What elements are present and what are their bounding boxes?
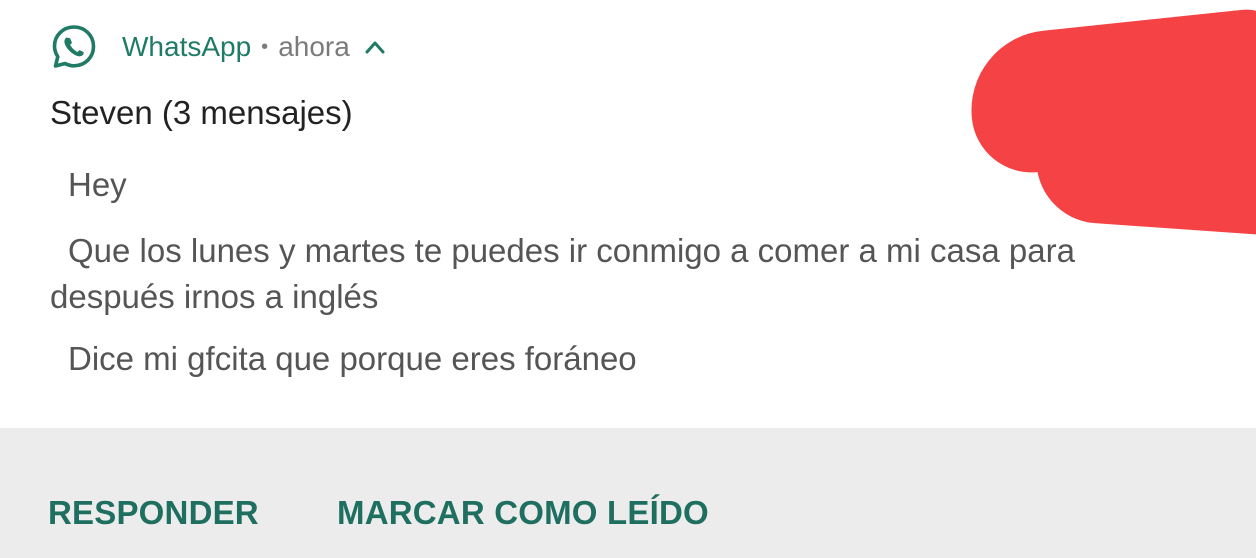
message-line: Hey (68, 166, 127, 203)
message-line: Dice mi gfcita que porque eres foráneo (68, 340, 637, 377)
whatsapp-notification[interactable]: WhatsApp • ahora Steven (3 mensajes) Hey… (0, 0, 1256, 558)
app-name: WhatsApp (122, 31, 252, 62)
notification-title: Steven (3 mensajes) (50, 94, 353, 131)
mark-as-read-button[interactable]: MARCAR COMO LEÍDO (337, 494, 709, 532)
notification-time: ahora (278, 31, 350, 62)
notification-header: WhatsApp • ahora (50, 24, 386, 70)
whatsapp-icon (50, 23, 98, 71)
notification-content[interactable]: WhatsApp • ahora Steven (3 mensajes) Hey… (0, 0, 1256, 428)
redaction-scribble (1032, 101, 1256, 237)
message-line: Que los lunes y martes te puedes ir conm… (50, 232, 1075, 315)
notification-action-bar (0, 428, 1256, 558)
reply-button[interactable]: RESPONDER (48, 494, 259, 532)
chevron-up-icon[interactable] (364, 39, 386, 55)
separator-dot: • (261, 35, 269, 58)
